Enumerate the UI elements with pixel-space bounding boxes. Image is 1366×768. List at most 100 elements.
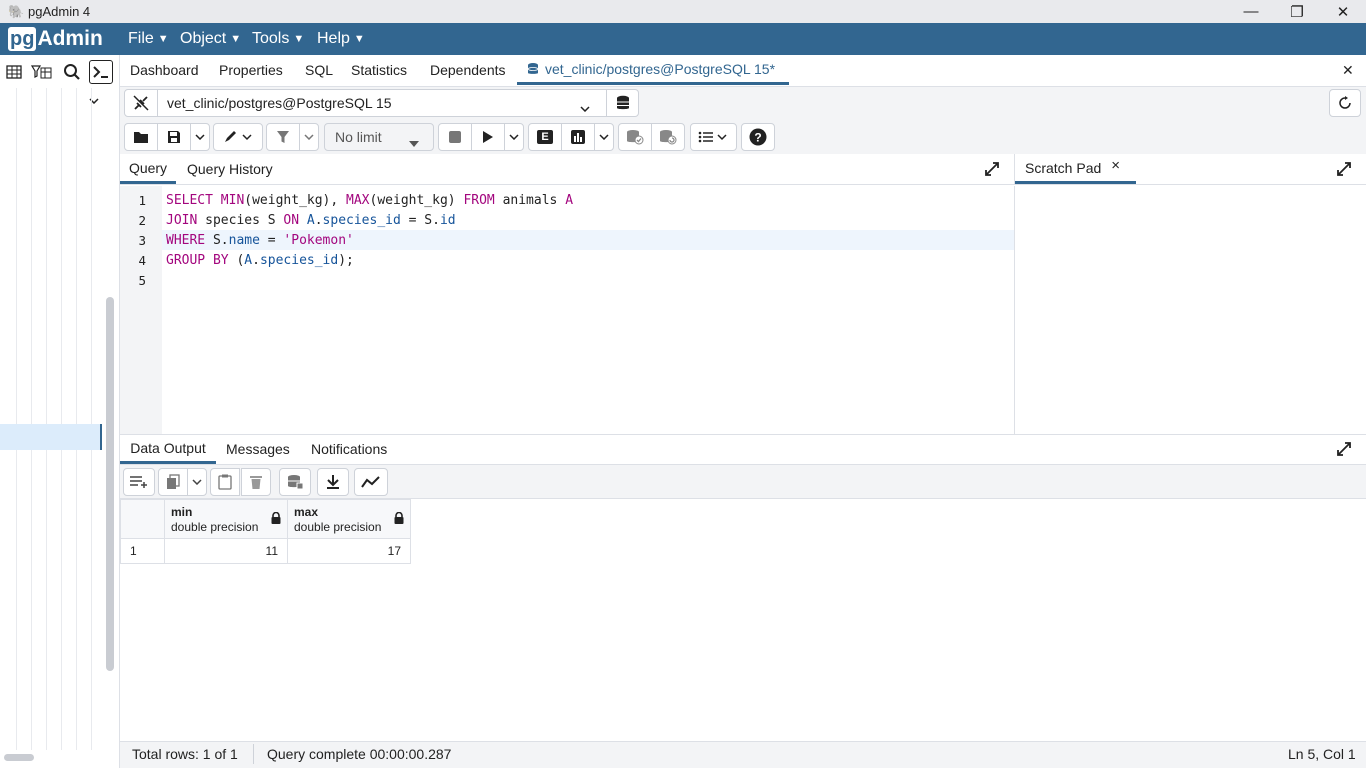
- tab-dashboard[interactable]: Dashboard: [130, 55, 199, 85]
- scratch-pad-label: Scratch Pad: [1025, 159, 1102, 176]
- menu-object[interactable]: Object ▼: [180, 23, 241, 55]
- delete-icon[interactable]: [241, 468, 271, 496]
- tab-data-output[interactable]: Data Output: [120, 434, 216, 464]
- tab-query-tool[interactable]: vet_clinic/postgres@PostgreSQL 15*: [517, 55, 789, 85]
- copy-options-chevron-icon[interactable]: [187, 468, 207, 496]
- copy-icon[interactable]: [158, 468, 188, 496]
- column-header-max[interactable]: max double precision: [287, 499, 411, 539]
- filter-options-chevron-icon[interactable]: [299, 123, 319, 151]
- save-file-icon[interactable]: [157, 123, 191, 151]
- save-data-icon[interactable]: [279, 468, 311, 496]
- window-title: pgAdmin 4: [28, 4, 91, 19]
- menu-bar: pg Admin File ▼ Object ▼ Tools ▼ Help ▼: [0, 23, 1366, 55]
- tree-vertical-scrollbar[interactable]: [106, 297, 114, 671]
- graph-visualiser-icon[interactable]: [354, 468, 388, 496]
- close-tab-icon[interactable]: ✕: [1342, 55, 1354, 85]
- logo-admin: Admin: [37, 27, 103, 50]
- line-number: 4: [138, 253, 146, 268]
- stop-icon[interactable]: [438, 123, 472, 151]
- tab-properties[interactable]: Properties: [219, 55, 283, 85]
- tab-notifications[interactable]: Notifications: [311, 434, 387, 464]
- title-bar: 🐘 pgAdmin 4: [0, 0, 1366, 23]
- execute-options-chevron-icon[interactable]: [504, 123, 524, 151]
- menu-tools-label: Tools: [252, 30, 290, 47]
- pgadmin-elephant-icon: 🐘: [8, 3, 25, 19]
- menu-object-label: Object: [180, 30, 227, 47]
- chevron-down-icon: [580, 99, 590, 115]
- rollback-icon[interactable]: [651, 123, 685, 151]
- chevron-down-icon: ▼: [293, 33, 305, 45]
- grid-corner[interactable]: [120, 499, 165, 539]
- maximize-scratch-icon[interactable]: [1336, 161, 1352, 182]
- code-line-1[interactable]: SELECT MIN(weight_kg), MAX(weight_kg) FR…: [166, 193, 573, 208]
- tab-messages[interactable]: Messages: [226, 434, 290, 464]
- line-number: 3: [138, 233, 146, 248]
- code-line-3[interactable]: WHERE S.name = 'Pokemon': [166, 233, 354, 248]
- close-window-button[interactable]: ✕: [1320, 0, 1366, 23]
- search-icon[interactable]: [60, 59, 84, 85]
- tab-query-tool-label: vet_clinic/postgres@PostgreSQL 15*: [545, 60, 776, 77]
- code-line-2[interactable]: JOIN species S ON A.species_id = S.id: [166, 213, 456, 228]
- chevron-down-icon: ▼: [157, 33, 169, 45]
- explain-label: E: [537, 130, 553, 144]
- svg-text:?: ?: [754, 131, 761, 145]
- menu-file[interactable]: File ▼: [128, 23, 169, 55]
- status-query-complete: Query complete 00:00:00.287: [267, 746, 452, 762]
- cell-min-value[interactable]: 11: [164, 538, 288, 564]
- explain-icon[interactable]: E: [528, 123, 562, 151]
- line-number: 2: [138, 213, 146, 228]
- add-row-icon[interactable]: [123, 468, 155, 496]
- paste-icon[interactable]: [210, 468, 240, 496]
- tab-scratch-pad[interactable]: Scratch Pad ×: [1015, 154, 1136, 184]
- tab-sql[interactable]: SQL: [305, 55, 333, 85]
- maximize-editor-icon[interactable]: [984, 161, 1000, 182]
- explain-analyze-icon[interactable]: [561, 123, 595, 151]
- tab-query[interactable]: Query: [120, 154, 176, 184]
- macros-icon[interactable]: [690, 123, 737, 151]
- lock-icon: [394, 511, 404, 527]
- commit-icon[interactable]: [618, 123, 652, 151]
- menu-help-label: Help: [317, 30, 350, 47]
- status-divider: [253, 744, 254, 764]
- column-type: double precision: [294, 520, 382, 534]
- help-icon[interactable]: ?: [741, 123, 775, 151]
- download-icon[interactable]: [317, 468, 349, 496]
- new-connection-icon[interactable]: [606, 89, 639, 117]
- scratch-pad-area[interactable]: [1014, 186, 1366, 434]
- close-scratch-icon[interactable]: ×: [1111, 157, 1120, 174]
- filter-table-icon[interactable]: [30, 59, 54, 85]
- tree-selected-node[interactable]: [0, 424, 102, 450]
- row-number[interactable]: 1: [120, 538, 165, 564]
- table-icon[interactable]: [2, 59, 26, 85]
- edit-icon[interactable]: [213, 123, 263, 151]
- cell-max-value[interactable]: 17: [287, 538, 411, 564]
- tab-statistics[interactable]: Statistics: [351, 55, 407, 85]
- tree-horizontal-scrollbar[interactable]: [4, 754, 34, 761]
- open-file-icon[interactable]: [124, 123, 158, 151]
- chevron-down-icon: ▼: [230, 33, 242, 45]
- limit-select[interactable]: No limit: [324, 123, 434, 151]
- tab-dependents[interactable]: Dependents: [430, 55, 506, 85]
- column-header-min[interactable]: min double precision: [164, 499, 288, 539]
- psql-tool-icon[interactable]: [89, 60, 113, 84]
- maximize-results-icon[interactable]: [1336, 441, 1352, 462]
- restore-button[interactable]: ❐: [1274, 0, 1320, 23]
- tab-query-history[interactable]: Query History: [187, 154, 273, 184]
- connection-status-icon[interactable]: [124, 89, 158, 117]
- chevron-down-icon: [409, 134, 419, 150]
- connection-select[interactable]: vet_clinic/postgres@PostgreSQL 15: [157, 89, 607, 117]
- code-line-4[interactable]: GROUP BY (A.species_id);: [166, 253, 354, 268]
- pgadmin-logo: pg Admin: [8, 26, 103, 52]
- save-options-chevron-icon[interactable]: [190, 123, 210, 151]
- explain-options-chevron-icon[interactable]: [594, 123, 614, 151]
- minimize-button[interactable]: —: [1228, 0, 1274, 23]
- menu-help[interactable]: Help ▼: [317, 23, 365, 55]
- menu-file-label: File: [128, 30, 154, 47]
- execute-icon[interactable]: [471, 123, 505, 151]
- filter-icon[interactable]: [266, 123, 300, 151]
- status-total-rows: Total rows: 1 of 1: [132, 746, 238, 762]
- chevron-down-icon: ▼: [353, 33, 365, 45]
- menu-tools[interactable]: Tools ▼: [252, 23, 304, 55]
- refresh-icon[interactable]: [1329, 89, 1361, 117]
- column-type: double precision: [171, 520, 259, 534]
